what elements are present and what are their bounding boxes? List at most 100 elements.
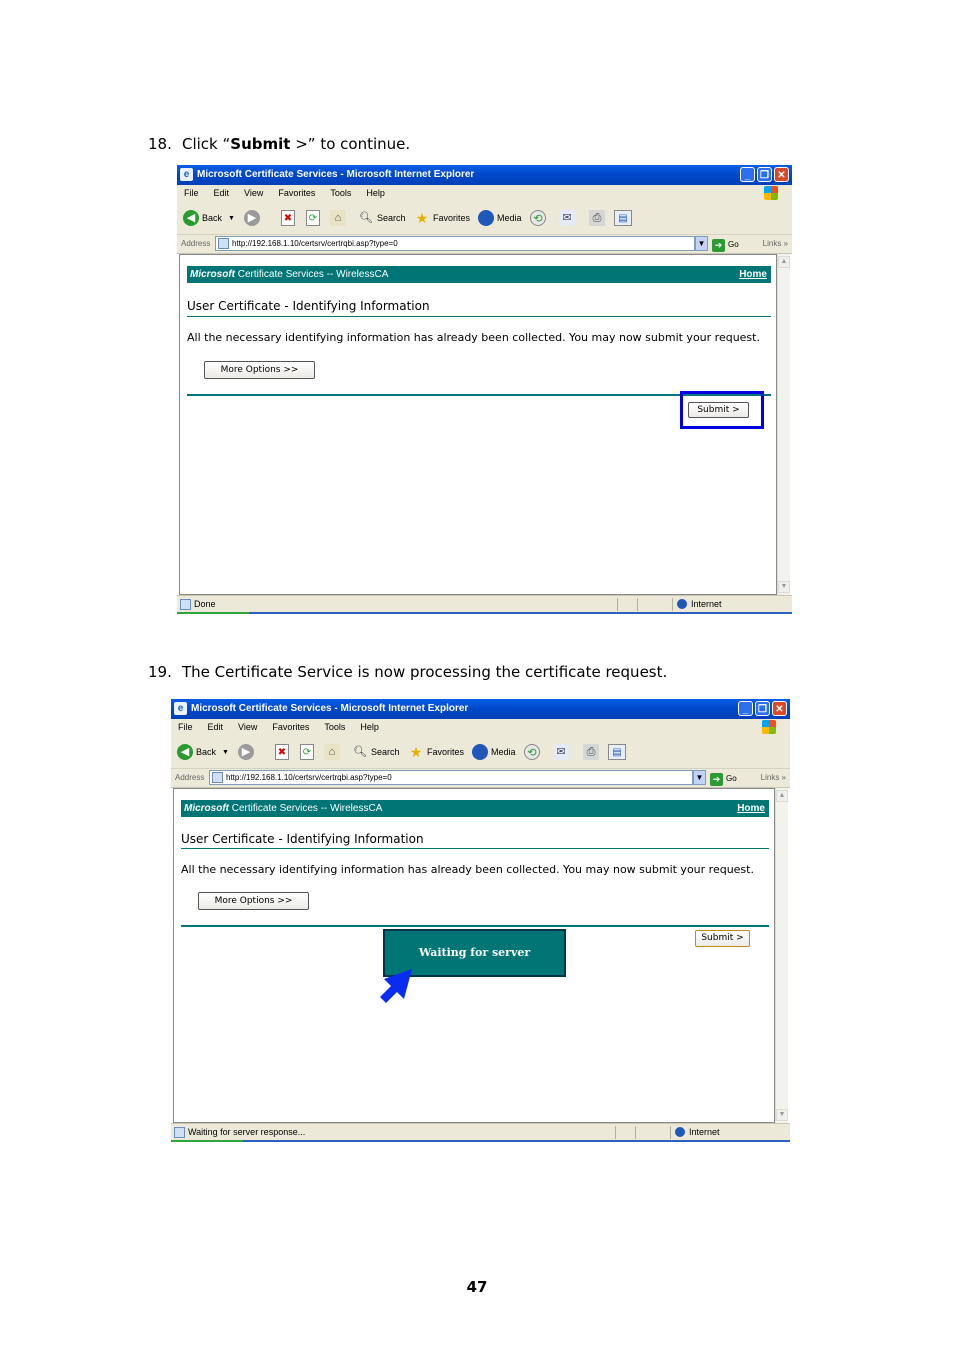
printer-icon: ⎙ xyxy=(589,210,605,226)
menu-help[interactable]: Help xyxy=(366,188,385,198)
page-number: 47 xyxy=(466,1278,488,1296)
toolbar: ◀ Back ▼ ▶ ✖ ⟳ ⌂ 🔍︎ Search ★ Favorites Media… xyxy=(177,202,792,235)
back-button[interactable]: ◀ Back ▼ xyxy=(177,743,229,761)
menu-tools[interactable]: Tools xyxy=(330,188,351,198)
history-button[interactable]: ⟲ xyxy=(530,209,549,227)
pointer-arrow-shape xyxy=(380,969,412,1003)
links-button[interactable]: Links » xyxy=(763,235,788,253)
search-icon: 🔍︎ xyxy=(353,746,367,758)
step-text-bold: Submit xyxy=(230,135,291,153)
url-text: http://192.168.1.10/certsrv/certrqbi.asp… xyxy=(232,239,398,248)
vertical-scrollbar[interactable]: ▲ ▼ xyxy=(777,254,790,595)
stop-icon: ✖ xyxy=(275,744,289,760)
close-button[interactable]: ✕ xyxy=(772,701,787,716)
menu-edit[interactable]: Edit xyxy=(208,722,224,732)
address-dropdown[interactable]: ▼ xyxy=(695,236,708,251)
globe-icon xyxy=(675,1127,685,1137)
history-button[interactable]: ⟲ xyxy=(524,743,543,761)
links-button[interactable]: Links » xyxy=(761,769,786,787)
stop-button[interactable]: ✖ xyxy=(275,743,289,761)
address-input[interactable]: http://192.168.1.10/certsrv/certrqbi.asp… xyxy=(209,770,693,785)
menu-view[interactable]: View xyxy=(244,188,263,198)
status-separator xyxy=(637,598,638,611)
url-text: http://192.168.1.10/certsrv/certrqbi.asp… xyxy=(226,773,392,782)
go-button[interactable]: ➔ Go xyxy=(710,770,737,788)
ie-icon: e xyxy=(180,168,193,181)
vertical-scrollbar[interactable]: ▲ ▼ xyxy=(775,788,788,1123)
search-button[interactable]: 🔍︎ Search xyxy=(352,743,400,761)
menu-bar: File Edit View Favorites Tools Help xyxy=(177,185,792,203)
windows-logo-icon xyxy=(764,186,778,200)
stop-icon: ✖ xyxy=(281,210,295,226)
restore-button[interactable]: ❐ xyxy=(755,701,770,716)
home-button[interactable]: ⌂ xyxy=(330,209,349,227)
menu-tools[interactable]: Tools xyxy=(324,722,345,732)
window-title: Microsoft Certificate Services - Microso… xyxy=(191,703,469,714)
minimize-button[interactable]: _ xyxy=(740,167,755,182)
scroll-down-arrow[interactable]: ▼ xyxy=(778,581,790,593)
back-button[interactable]: ◀ Back ▼ xyxy=(183,209,235,227)
home-button[interactable]: ⌂ xyxy=(324,743,343,761)
forward-button[interactable]: ▶ xyxy=(244,209,263,227)
media-icon xyxy=(478,210,494,226)
media-button[interactable]: Media xyxy=(478,209,522,227)
page-title: User Certificate - Identifying Informati… xyxy=(181,832,424,846)
window-title: Microsoft Certificate Services - Microso… xyxy=(197,169,475,180)
home-link[interactable]: Home xyxy=(737,800,765,817)
address-label: Address xyxy=(181,239,211,248)
submit-button[interactable]: Submit > xyxy=(695,930,750,947)
home-link[interactable]: Home xyxy=(739,266,767,283)
address-dropdown[interactable]: ▼ xyxy=(693,770,706,785)
title-bar: e Microsoft Certificate Services - Micro… xyxy=(171,699,790,719)
security-zone: Internet xyxy=(677,596,722,612)
forward-button[interactable]: ▶ xyxy=(238,743,257,761)
scroll-down-arrow[interactable]: ▼ xyxy=(776,1109,788,1121)
ie-icon: e xyxy=(174,702,187,715)
home-icon: ⌂ xyxy=(330,210,346,226)
status-separator xyxy=(617,598,618,611)
search-icon: 🔍︎ xyxy=(359,212,373,224)
address-bar: Address http://192.168.1.10/certsrv/cert… xyxy=(171,769,790,788)
more-options-button[interactable]: More Options >> xyxy=(198,892,309,910)
mail-button[interactable]: ✉ xyxy=(553,743,572,761)
forward-arrow-icon: ▶ xyxy=(238,744,254,760)
status-progress-rest xyxy=(243,1140,790,1142)
media-button[interactable]: Media xyxy=(472,743,516,761)
stop-button[interactable]: ✖ xyxy=(281,209,295,227)
print-button[interactable]: ⎙ xyxy=(589,209,608,227)
scroll-up-arrow[interactable]: ▲ xyxy=(776,790,788,802)
security-zone: Internet xyxy=(675,1124,720,1140)
go-arrow-icon: ➔ xyxy=(712,238,725,252)
menu-help[interactable]: Help xyxy=(360,722,379,732)
menu-view[interactable]: View xyxy=(238,722,257,732)
step-19-instruction: 19. The Certificate Service is now proces… xyxy=(148,663,667,681)
edit-button[interactable]: ▤ xyxy=(608,743,626,761)
favorites-button[interactable]: ★ Favorites xyxy=(414,209,470,227)
address-input[interactable]: http://192.168.1.10/certsrv/certrqbi.asp… xyxy=(215,236,695,251)
search-button[interactable]: 🔍︎ Search xyxy=(358,209,406,227)
menu-file[interactable]: File xyxy=(184,188,199,198)
address-bar: Address http://192.168.1.10/certsrv/cert… xyxy=(177,235,792,254)
close-button[interactable]: ✕ xyxy=(774,167,789,182)
refresh-button[interactable]: ⟳ xyxy=(300,743,314,761)
edit-button[interactable]: ▤ xyxy=(614,209,632,227)
print-button[interactable]: ⎙ xyxy=(583,743,602,761)
more-options-button[interactable]: More Options >> xyxy=(204,361,315,379)
go-button[interactable]: ➔ Go xyxy=(712,236,739,254)
restore-button[interactable]: ❐ xyxy=(757,167,772,182)
mail-icon: ✉ xyxy=(559,210,575,226)
scroll-up-arrow[interactable]: ▲ xyxy=(778,256,790,268)
mail-button[interactable]: ✉ xyxy=(559,209,578,227)
page-content: Microsoft Certificate Services -- Wirele… xyxy=(173,788,775,1123)
refresh-icon: ⟳ xyxy=(300,744,314,760)
menu-edit[interactable]: Edit xyxy=(214,188,230,198)
favorites-button[interactable]: ★ Favorites xyxy=(408,743,464,761)
minimize-button[interactable]: _ xyxy=(738,701,753,716)
menu-file[interactable]: File xyxy=(178,722,193,732)
back-arrow-icon: ◀ xyxy=(183,210,199,226)
refresh-button[interactable]: ⟳ xyxy=(306,209,320,227)
menu-favorites[interactable]: Favorites xyxy=(278,188,315,198)
menu-favorites[interactable]: Favorites xyxy=(272,722,309,732)
back-arrow-icon: ◀ xyxy=(177,744,193,760)
star-icon: ★ xyxy=(409,744,423,760)
